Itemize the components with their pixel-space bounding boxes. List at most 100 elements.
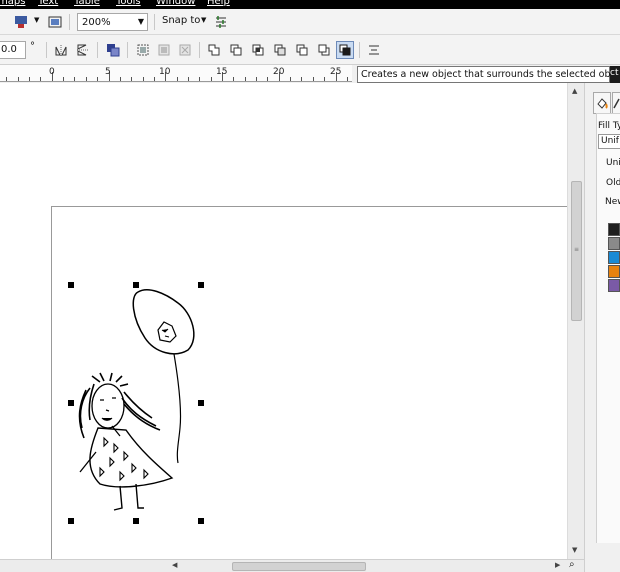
- ruler-tick: [119, 77, 121, 81]
- options-icon: [216, 16, 226, 28]
- mirror-vertical-button[interactable]: [74, 41, 92, 59]
- selection-handle-right[interactable]: [198, 400, 204, 406]
- ruler-label: 15: [216, 67, 228, 77]
- create-boundary-button[interactable]: [336, 41, 354, 59]
- ruler-tick: [233, 77, 235, 81]
- ungroup-button[interactable]: [155, 41, 173, 59]
- ruler-tick: [153, 77, 155, 81]
- options-button[interactable]: [212, 13, 230, 31]
- ruler-tick: [131, 77, 133, 81]
- ruler-tick: [97, 77, 99, 81]
- snap-to-button[interactable]: Snap to: [162, 15, 200, 26]
- menu-bar: maps Text Table Tools Window Help: [0, 0, 620, 9]
- full-screen-preview-button[interactable]: [46, 13, 64, 31]
- scroll-down-arrow-icon[interactable]: ▼: [572, 546, 577, 554]
- ruler-tick: [301, 77, 303, 81]
- ruler-tick: [74, 77, 76, 81]
- align-icon: [369, 45, 379, 55]
- ruler-tick: [17, 77, 19, 81]
- back-minus-front-button[interactable]: [315, 41, 333, 59]
- separator: [359, 42, 360, 58]
- separator: [46, 42, 47, 58]
- align-distribute-button[interactable]: [365, 41, 383, 59]
- separator: [199, 42, 200, 58]
- old-color-label: Old: [606, 178, 620, 188]
- object-properties-docker: [584, 83, 620, 572]
- trim-button[interactable]: [227, 41, 245, 59]
- vertical-scroll-thumb[interactable]: ≡: [571, 181, 582, 321]
- horizontal-scrollbar[interactable]: ◀ ▶ ⌕: [0, 559, 584, 572]
- color-swatch[interactable]: [608, 265, 620, 278]
- color-swatch[interactable]: [608, 223, 620, 236]
- chevron-down-icon: ▼: [137, 17, 144, 26]
- launcher-icon: [15, 16, 27, 28]
- trim-icon: [230, 44, 242, 56]
- mirror-vertical-icon: [77, 44, 89, 56]
- menu-item-table[interactable]: Table: [74, 0, 100, 8]
- ruler-tick: [312, 77, 314, 81]
- selection-handle-bottom-left[interactable]: [68, 518, 74, 524]
- tooltip: Creates a new object that surrounds the …: [357, 66, 620, 83]
- selection-handle-top[interactable]: [133, 282, 139, 288]
- weld-button[interactable]: [205, 41, 223, 59]
- scroll-left-arrow-icon[interactable]: ◀: [172, 561, 177, 569]
- zoom-magnifier-icon[interactable]: ⌕: [569, 559, 575, 570]
- menu-item-window[interactable]: Window: [156, 0, 195, 8]
- menu-item-bitmaps[interactable]: maps: [0, 0, 25, 8]
- standard-toolbar: ▼ 200% ▼ Snap to ▼: [0, 9, 620, 35]
- ungroup-all-button[interactable]: [176, 41, 194, 59]
- ruler-tick: [256, 77, 258, 81]
- ruler-label: 10: [159, 67, 171, 77]
- ruler-tick: [6, 77, 8, 81]
- chevron-down-icon[interactable]: ▼: [201, 16, 206, 24]
- horizontal-scroll-thumb[interactable]: [232, 562, 366, 571]
- menu-item-help[interactable]: Help: [207, 0, 230, 8]
- uniform-label: Unit: [606, 158, 620, 168]
- menu-item-tools[interactable]: Tools: [116, 0, 141, 8]
- toolbar-overflow-text: ct: [610, 66, 620, 83]
- selection-handle-left[interactable]: [68, 400, 74, 406]
- color-swatch[interactable]: [608, 279, 620, 292]
- rotation-angle-input[interactable]: 0.0: [0, 41, 26, 59]
- ruler-tick: [210, 77, 212, 81]
- simplify-button[interactable]: [271, 41, 289, 59]
- ruler-label: 0: [49, 67, 55, 77]
- selection-handle-top-left[interactable]: [68, 282, 74, 288]
- ungroup-icon: [158, 44, 170, 56]
- group-button[interactable]: [134, 41, 152, 59]
- fill-type-select[interactable]: Unif: [598, 134, 620, 149]
- mirror-horizontal-button[interactable]: [52, 41, 70, 59]
- outline-tab[interactable]: [612, 92, 620, 114]
- horizontal-ruler[interactable]: 0 5 10 15 20 25: [0, 65, 352, 82]
- ruler-tick: [244, 77, 246, 81]
- property-bar: 0.0 °: [0, 35, 620, 65]
- fill-type-label: Fill Ty: [598, 121, 620, 131]
- scroll-up-arrow-icon[interactable]: ▲: [572, 87, 577, 95]
- selection-handle-top-right[interactable]: [198, 282, 204, 288]
- intersect-button[interactable]: [249, 41, 267, 59]
- front-minus-back-button[interactable]: [293, 41, 311, 59]
- color-swatch[interactable]: [608, 251, 620, 264]
- mirror-horizontal-icon: [55, 45, 67, 56]
- zoom-level-combo[interactable]: 200% ▼: [77, 13, 148, 31]
- zoom-level-value: 200%: [82, 16, 111, 28]
- front-minus-back-icon: [296, 44, 308, 56]
- ruler-label: 20: [273, 67, 285, 77]
- back-minus-front-icon: [318, 44, 330, 56]
- color-swatch[interactable]: [608, 237, 620, 250]
- menu-item-text[interactable]: Text: [38, 0, 58, 8]
- selected-drawing[interactable]: [60, 278, 210, 523]
- vertical-scrollbar[interactable]: ▲ ≡ ▼: [567, 83, 584, 559]
- pen-icon: [613, 98, 620, 109]
- combine-button[interactable]: [104, 41, 122, 59]
- application-launcher-button[interactable]: [12, 13, 30, 31]
- scroll-right-arrow-icon[interactable]: ▶: [555, 561, 560, 569]
- preview-icon: [48, 16, 62, 28]
- selection-handle-bottom-right[interactable]: [198, 518, 204, 524]
- chevron-down-icon[interactable]: ▼: [34, 16, 39, 24]
- selection-handle-bottom[interactable]: [133, 518, 139, 524]
- ruler-tick: [40, 77, 42, 81]
- fill-tab[interactable]: [593, 92, 611, 114]
- ruler-tick: [29, 77, 31, 81]
- drawing-canvas[interactable]: [0, 83, 571, 566]
